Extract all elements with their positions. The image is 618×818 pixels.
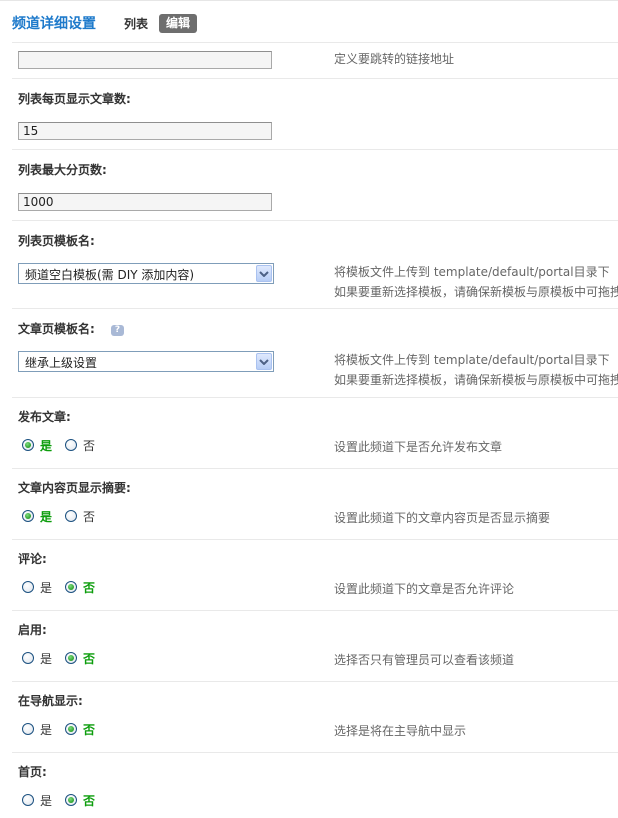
publish-yes-option[interactable]: 是 (22, 437, 52, 454)
radio-unchecked-icon[interactable] (65, 439, 78, 451)
radio-unchecked-icon[interactable] (22, 581, 34, 593)
comment-no-label: 否 (83, 580, 96, 595)
tab-edit[interactable]: 编辑 (159, 13, 198, 33)
tab-list[interactable]: 列表 (124, 15, 148, 32)
radio-unchecked-icon[interactable] (65, 510, 78, 522)
radio-checked-icon[interactable] (65, 581, 78, 593)
radio-unchecked-icon[interactable] (22, 794, 34, 806)
article-template-desc-1: 将模板文件上传到 template/default/portal目录下 (334, 353, 610, 367)
radio-checked-icon[interactable] (22, 439, 34, 451)
max-pages-input[interactable] (18, 193, 272, 211)
summary-desc: 设置此频道下的文章内容页是否显示摘要 (334, 511, 551, 525)
radio-unchecked-icon[interactable] (22, 723, 34, 735)
per-page-input[interactable] (18, 122, 272, 140)
summary-yes-label: 是 (40, 509, 53, 524)
divider (12, 681, 618, 682)
home-radio-group: 是 否 (22, 792, 108, 808)
divider (12, 42, 618, 43)
enable-yes-label: 是 (40, 651, 53, 666)
link-desc: 定义要跳转的链接地址 (334, 52, 455, 66)
chevron-down-icon[interactable] (256, 265, 272, 282)
enable-label: 启用: (18, 623, 47, 637)
list-template-desc-2: 如果要重新选择模板，请确保新模板与原模板中可拖拽 (334, 285, 618, 299)
publish-label: 发布文章: (18, 410, 71, 424)
nav-yes-option[interactable]: 是 (22, 721, 52, 738)
page-title: 频道详细设置 (12, 16, 96, 32)
article-template-label-row: 文章页模板名: ? (18, 320, 124, 337)
help-icon[interactable]: ? (111, 325, 124, 336)
comment-label: 评论: (18, 552, 47, 566)
chevron-down-icon[interactable] (256, 353, 272, 370)
comment-radio-group: 是 否 (22, 579, 108, 595)
home-yes-label: 是 (40, 793, 53, 808)
list-template-select[interactable]: 频道空白模板(需 DIY 添加内容) (18, 263, 274, 284)
radio-checked-icon[interactable] (22, 510, 34, 522)
summary-radio-group: 是 否 (22, 508, 108, 524)
summary-no-option[interactable]: 否 (65, 508, 95, 525)
max-pages-label: 列表最大分页数: (18, 163, 107, 177)
summary-yes-option[interactable]: 是 (22, 508, 52, 525)
article-template-select[interactable]: 继承上级设置 (18, 351, 274, 372)
publish-desc: 设置此频道下是否允许发布文章 (334, 440, 503, 454)
comment-no-option[interactable]: 否 (65, 579, 95, 596)
divider (12, 610, 618, 611)
article-template-label: 文章页模板名: (18, 322, 95, 336)
comment-desc: 设置此频道下的文章是否允许评论 (334, 582, 515, 596)
home-yes-option[interactable]: 是 (22, 792, 52, 809)
list-template-label: 列表页模板名: (18, 234, 95, 248)
top-border (0, 0, 618, 1)
nav-yes-label: 是 (40, 722, 53, 737)
summary-no-label: 否 (83, 509, 96, 524)
divider (12, 397, 618, 398)
publish-yes-label: 是 (40, 438, 53, 453)
publish-no-label: 否 (83, 438, 96, 453)
list-template-selected: 频道空白模板(需 DIY 添加内容) (25, 268, 195, 282)
home-label: 首页: (18, 765, 47, 779)
radio-checked-icon[interactable] (65, 723, 78, 735)
nav-radio-group: 是 否 (22, 721, 108, 737)
divider (12, 539, 618, 540)
comment-yes-option[interactable]: 是 (22, 579, 52, 596)
divider (12, 149, 618, 150)
home-no-label: 否 (83, 793, 96, 808)
enable-no-option[interactable]: 否 (65, 650, 95, 667)
nav-no-label: 否 (83, 722, 96, 737)
enable-no-label: 否 (83, 651, 96, 666)
radio-unchecked-icon[interactable] (22, 652, 34, 664)
per-page-label: 列表每页显示文章数: (18, 92, 131, 106)
enable-radio-group: 是 否 (22, 650, 108, 666)
publish-no-option[interactable]: 否 (65, 437, 95, 454)
header: 频道详细设置 列表 编辑 (12, 12, 198, 34)
nav-label: 在导航显示: (18, 694, 83, 708)
radio-checked-icon[interactable] (65, 652, 78, 664)
enable-desc: 选择否只有管理员可以查看该频道 (334, 653, 515, 667)
divider (12, 308, 618, 309)
list-template-desc-1: 将模板文件上传到 template/default/portal目录下 (334, 265, 610, 279)
divider (12, 468, 618, 469)
publish-radio-group: 是 否 (22, 437, 108, 453)
radio-checked-icon[interactable] (65, 794, 78, 806)
enable-yes-option[interactable]: 是 (22, 650, 52, 667)
article-template-selected: 继承上级设置 (25, 356, 98, 370)
divider (12, 752, 618, 753)
divider (12, 78, 618, 79)
summary-label: 文章内容页显示摘要: (18, 481, 131, 495)
article-template-desc-2: 如果要重新选择模板，请确保新模板与原模板中可拖拽 (334, 373, 618, 387)
home-no-option[interactable]: 否 (65, 792, 95, 809)
link-url-input[interactable] (18, 51, 272, 69)
comment-yes-label: 是 (40, 580, 53, 595)
nav-no-option[interactable]: 否 (65, 721, 95, 738)
divider (12, 220, 618, 221)
nav-desc: 选择是将在主导航中显示 (334, 724, 467, 738)
